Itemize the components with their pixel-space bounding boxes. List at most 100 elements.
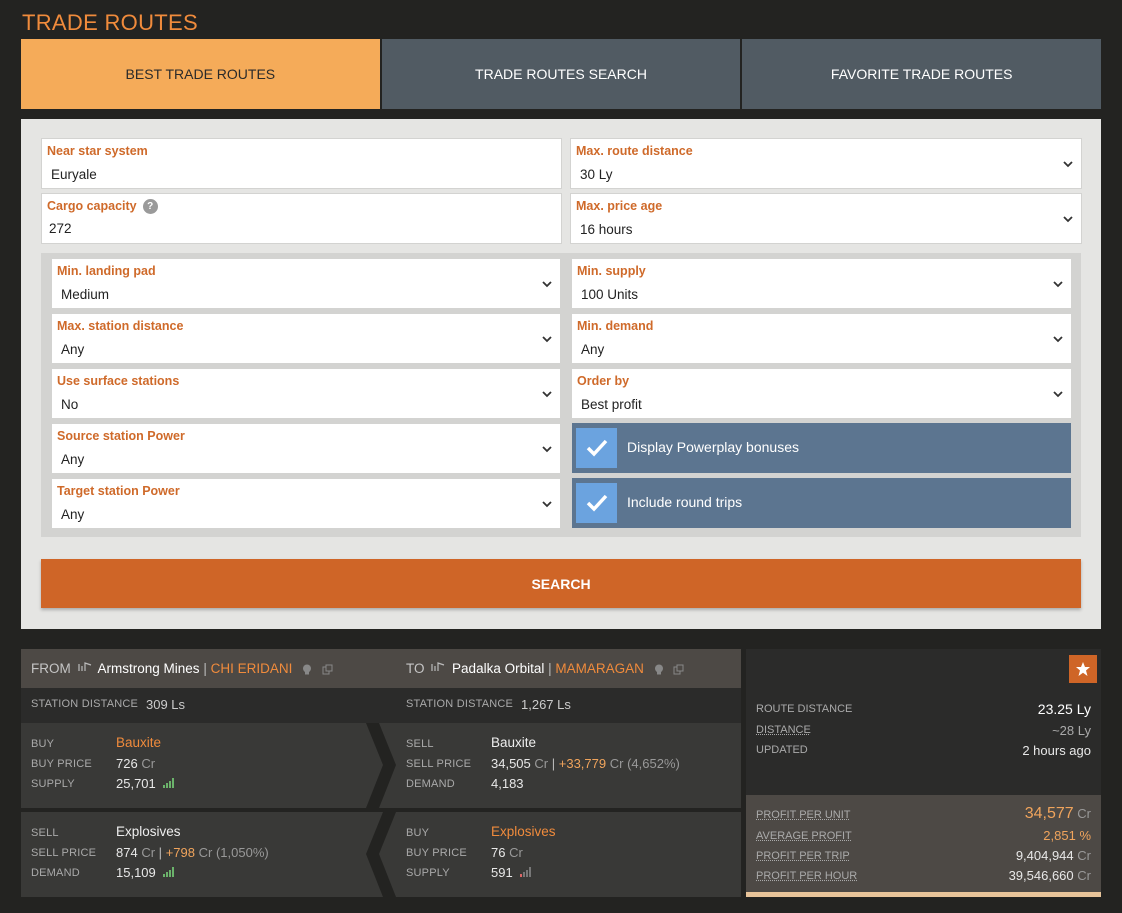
max-price-age-value: 16 hours (580, 222, 633, 237)
min-supply-select[interactable]: Min. supply 100 Units (571, 258, 1072, 309)
from-system-name[interactable]: CHI ERIDANI (211, 661, 293, 676)
leg2-left-amount-label: DEMAND (31, 867, 80, 879)
to-station[interactable]: TO Padalka Orbital | MAMARAGAN (406, 661, 684, 676)
near-star-system-input[interactable]: Euryale (51, 167, 97, 182)
target-station-power-value: Any (61, 507, 85, 522)
chevron-down-icon (542, 501, 552, 508)
include-round-trips-checkbox[interactable]: Include round trips (572, 478, 1071, 528)
tab-trade-routes-search[interactable]: TRADE ROUTES SEARCH (381, 39, 741, 109)
leg2-left-profit-pct: (1,050%) (215, 845, 269, 860)
star-icon (1076, 662, 1090, 676)
to-prefix: TO (406, 661, 425, 676)
leg2-sell: SELL Explosives SELL PRICE 874 Cr | +798… (31, 824, 269, 880)
checkbox-checked-icon[interactable] (576, 483, 617, 523)
max-station-distance-select[interactable]: Max. station distance Any (51, 313, 561, 364)
order-by-select[interactable]: Order by Best profit (571, 368, 1072, 419)
to-system-name[interactable]: MAMARAGAN (555, 661, 644, 676)
max-route-distance-value: 30 Ly (580, 167, 613, 182)
leg1-right-profit: +33,779 (558, 756, 607, 771)
profit-per-unit-value: 34,577 (1024, 805, 1074, 822)
skull-icon (654, 664, 663, 675)
leg1-left-commodity[interactable]: Bauxite (116, 735, 161, 750)
use-surface-stations-value: No (61, 397, 79, 412)
checkbox-checked-icon[interactable] (576, 428, 617, 468)
to-station-name[interactable]: Padalka Orbital (452, 661, 544, 676)
min-landing-pad-value: Medium (61, 287, 110, 302)
copy-icon[interactable] (673, 664, 684, 675)
leg2-left-profit: +798 (165, 845, 195, 860)
advanced-options: Min. landing pad Medium Max. station dis… (41, 253, 1081, 537)
max-price-age-select[interactable]: Max. price age 16 hours (570, 193, 1082, 244)
help-icon[interactable]: ? (142, 199, 158, 214)
route-header: FROM Armstrong Mines | CHI ERIDANI TO Pa… (21, 649, 741, 688)
max-route-distance-select[interactable]: Max. route distance 30 Ly (570, 138, 1082, 189)
leg2-left-commodity[interactable]: Explosives (116, 824, 181, 839)
chevron-down-icon (1063, 216, 1073, 223)
order-by-label: Order by (577, 374, 630, 388)
use-surface-stations-select[interactable]: Use surface stations No (51, 368, 561, 419)
min-demand-value: Any (581, 342, 605, 357)
profit-per-hour-label: PROFIT PER HOUR (756, 870, 858, 882)
near-star-system-field[interactable]: Near star system Euryale (41, 138, 562, 189)
display-powerplay-label: Display Powerplay bonuses (627, 439, 799, 455)
leg2-right-amount-label: SUPPLY (406, 867, 450, 879)
leg1-left-price-label: BUY PRICE (31, 758, 92, 770)
min-demand-select[interactable]: Min. demand Any (571, 313, 1072, 364)
supply-high-icon (163, 778, 175, 788)
from-distance-label: STATION DISTANCE (31, 698, 139, 710)
leg1-left-amount: 25,701 (116, 776, 156, 791)
source-station-power-select[interactable]: Source station Power Any (51, 423, 561, 474)
from-prefix: FROM (31, 661, 71, 676)
leg1-sell: SELL Bauxite SELL PRICE 34,505 Cr | +33,… (406, 735, 680, 791)
source-station-power-label: Source station Power (57, 429, 185, 443)
chevron-down-icon (1053, 336, 1063, 343)
leg2-buy: BUY Explosives BUY PRICE 76 Cr SUPPLY 59… (406, 824, 556, 880)
leg1-right-amount: 4,183 (491, 776, 524, 791)
target-station-power-label: Target station Power (57, 484, 180, 498)
tab-best-trade-routes[interactable]: BEST TRADE ROUTES (21, 39, 380, 109)
station-distance-row: STATION DISTANCE 309 Ls STATION DISTANCE… (21, 688, 741, 723)
leg2-right-commodity[interactable]: Explosives (491, 824, 556, 839)
leg1-right-commodity[interactable]: Bauxite (491, 735, 536, 750)
chevron-down-icon (542, 446, 552, 453)
leg2-right-action: BUY (406, 827, 430, 839)
min-supply-value: 100 Units (581, 287, 639, 302)
max-station-distance-value: Any (61, 342, 85, 357)
min-supply-label: Min. supply (577, 264, 646, 278)
distance-label: DISTANCE (756, 724, 811, 736)
distance-value: ~28 Ly (1052, 723, 1091, 738)
cargo-capacity-field[interactable]: Cargo capacity? 272 (41, 193, 562, 244)
profit-per-trip-label: PROFIT PER TRIP (756, 850, 850, 862)
copy-icon[interactable] (322, 664, 333, 675)
route-distance-label: ROUTE DISTANCE (756, 703, 853, 715)
leg2-left-price-label: SELL PRICE (31, 847, 97, 859)
target-station-power-select[interactable]: Target station Power Any (51, 478, 561, 529)
leg1-buy: BUY Bauxite BUY PRICE 726 Cr SUPPLY 25,7… (21, 723, 366, 808)
display-powerplay-checkbox[interactable]: Display Powerplay bonuses (572, 423, 1071, 473)
from-station-name[interactable]: Armstrong Mines (98, 661, 200, 676)
chevron-down-icon (542, 391, 552, 398)
leg1-right-price-label: SELL PRICE (406, 758, 472, 770)
cargo-capacity-input[interactable]: 272 (49, 221, 72, 236)
profit-per-hour-value: 39,546,660 (1008, 868, 1074, 883)
search-button[interactable]: SEARCH (41, 559, 1081, 608)
chevron-down-icon (1053, 391, 1063, 398)
to-distance-value: 1,267 Ls (521, 697, 571, 712)
leg2-left-price: 874 (116, 845, 138, 860)
favorite-button[interactable] (1069, 655, 1097, 683)
from-station[interactable]: FROM Armstrong Mines | CHI ERIDANI (31, 661, 333, 676)
route-summary: ROUTE DISTANCE 23.25 Ly DISTANCE ~28 Ly … (746, 649, 1101, 897)
order-by-value: Best profit (581, 397, 642, 412)
leg2-left-amount: 15,109 (116, 865, 156, 880)
leg1-right-price: 34,505 (491, 756, 531, 771)
leg1-left-amount-label: SUPPLY (31, 778, 75, 790)
average-profit-label: AVERAGE PROFIT (756, 830, 852, 842)
cargo-capacity-label: Cargo capacity (47, 199, 137, 213)
page-title: TRADE ROUTES (22, 10, 198, 35)
min-landing-pad-select[interactable]: Min. landing pad Medium (51, 258, 561, 309)
max-route-distance-label: Max. route distance (576, 144, 693, 158)
tab-favorite-trade-routes[interactable]: FAVORITE TRADE ROUTES (742, 39, 1102, 109)
max-station-distance-label: Max. station distance (57, 319, 184, 333)
to-distance-label: STATION DISTANCE (406, 698, 514, 710)
search-form: Near star system Euryale Max. route dist… (21, 119, 1101, 629)
